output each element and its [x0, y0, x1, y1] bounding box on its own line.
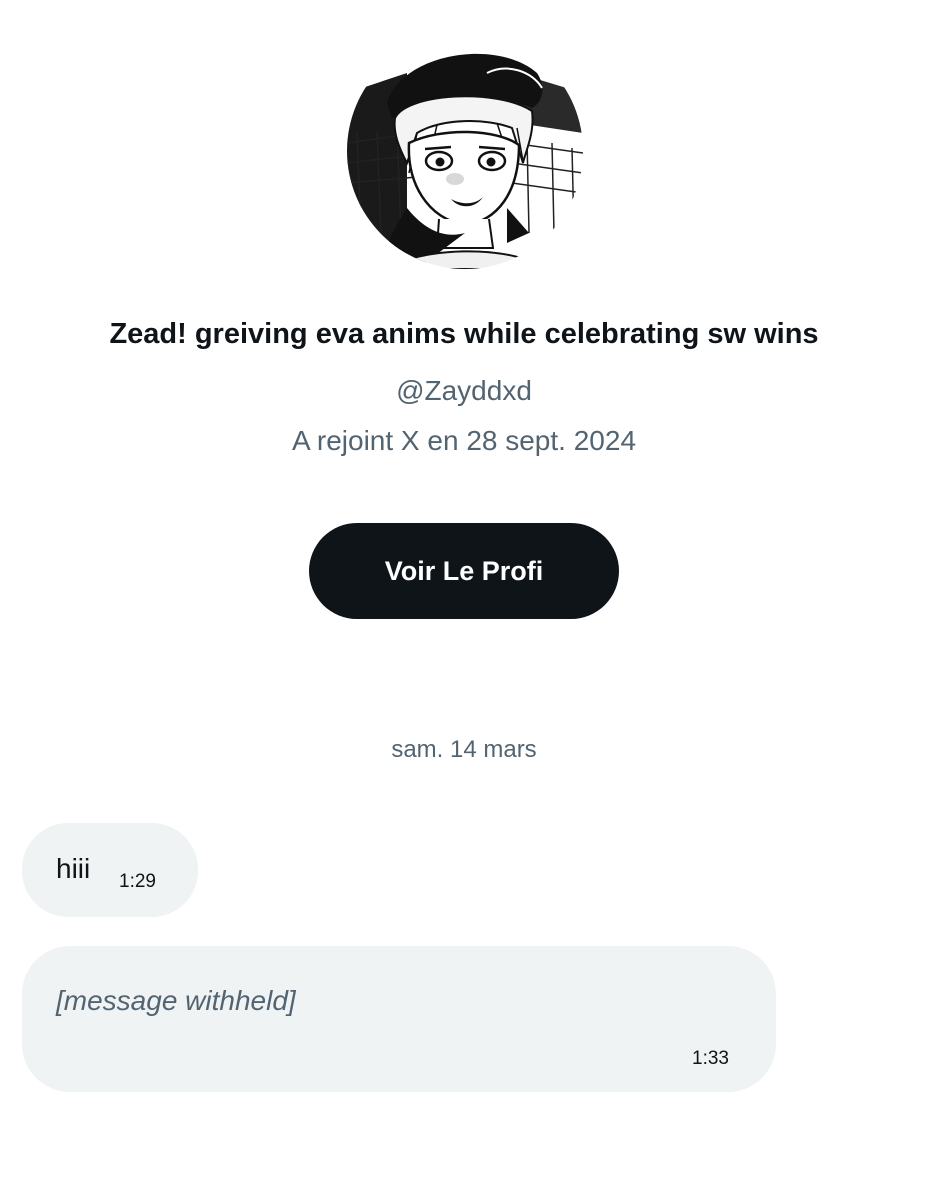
date-separator: sam. 14 mars	[391, 736, 537, 763]
message-time: 1:29	[119, 871, 156, 892]
join-date: A rejoint X en 28 sept. 2024	[291, 425, 637, 456]
view-profile-button[interactable]: Voir Le Profi	[309, 523, 619, 619]
message-time: 1:33	[692, 1048, 729, 1069]
message-text: hiii	[56, 853, 91, 884]
dm-conversation-screen: Zead! greiving eva anims while celebrati…	[0, 0, 928, 1200]
anime-character-avatar-icon	[347, 33, 583, 269]
avatar[interactable]	[347, 33, 583, 269]
message-bubble[interactable]: [message withheld] 1:33	[22, 946, 776, 1092]
display-name: Zead! greiving eva anims while celebrati…	[109, 318, 819, 350]
user-handle: @Zayddxd	[396, 375, 532, 406]
message-text: [message withheld]	[56, 985, 296, 1016]
message-bubble[interactable]: hiii 1:29	[22, 823, 198, 917]
